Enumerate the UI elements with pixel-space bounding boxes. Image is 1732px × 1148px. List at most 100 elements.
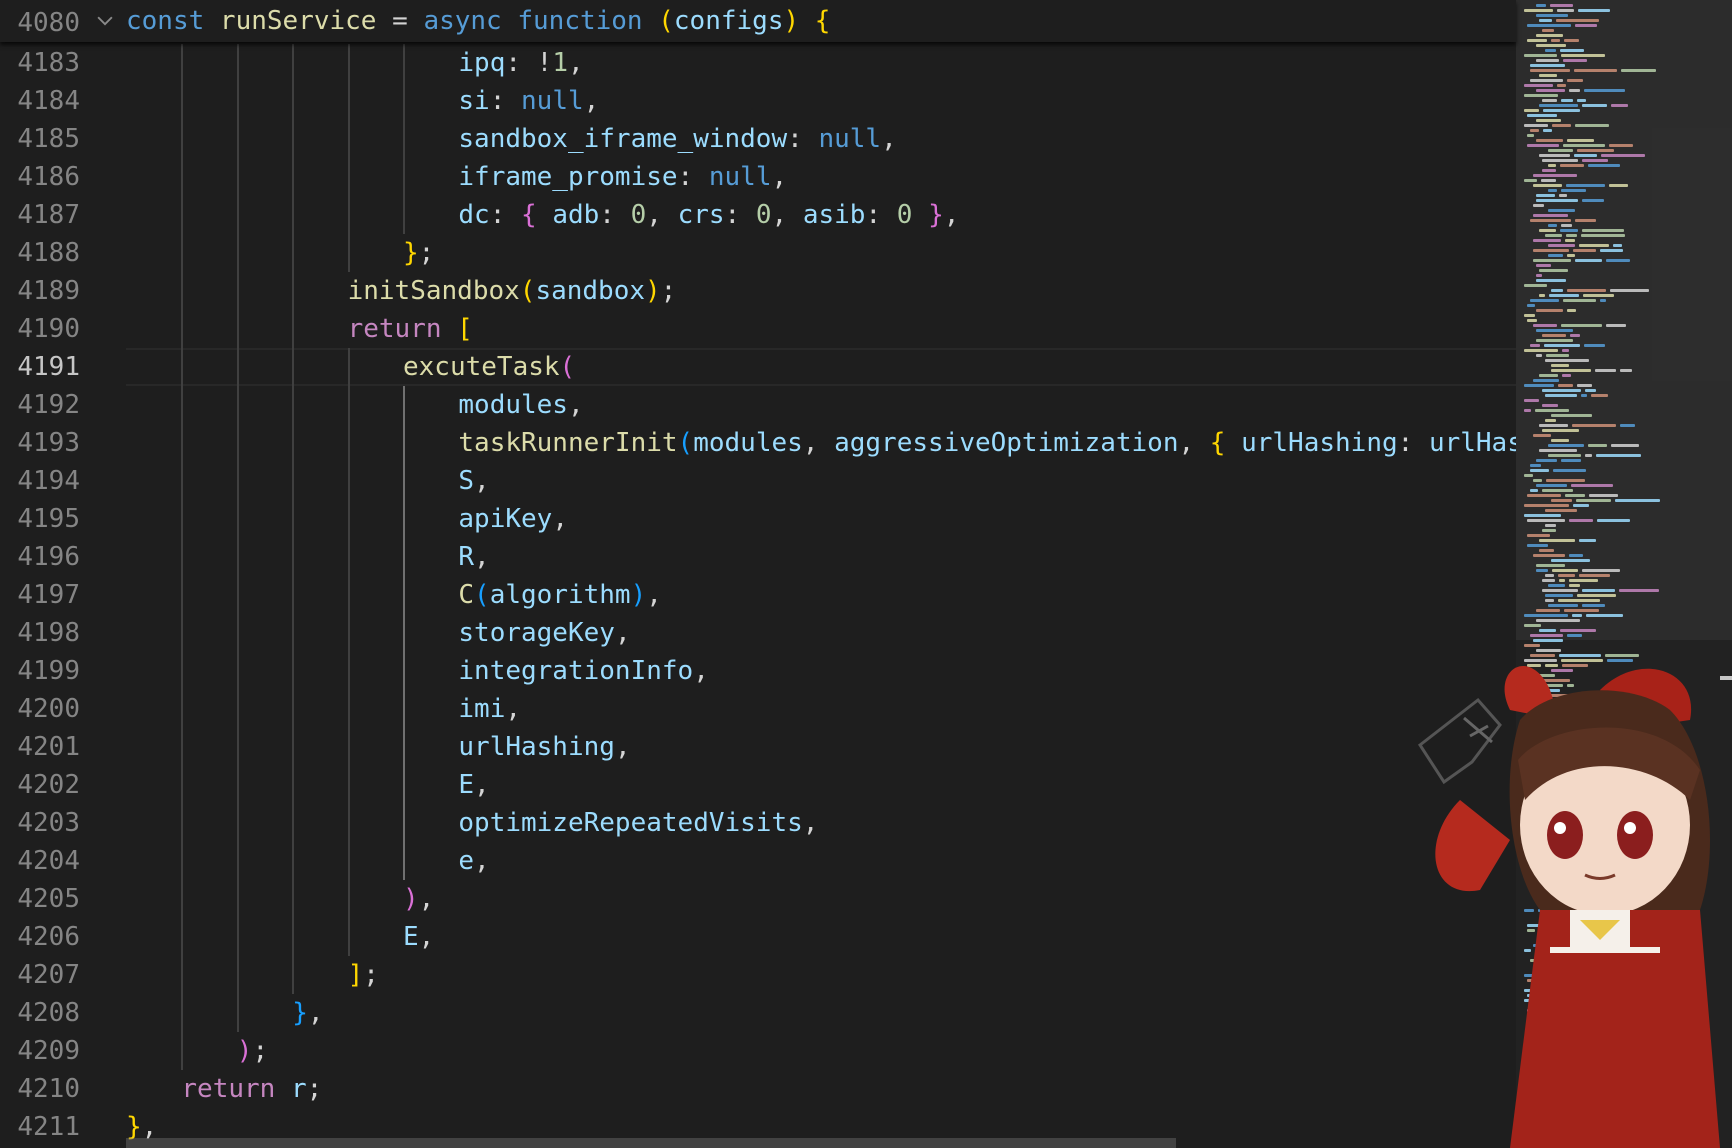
line-number[interactable]: 4207: [8, 956, 80, 994]
code-line[interactable]: storageKey,: [458, 614, 630, 652]
minimap-line: [1524, 9, 1553, 12]
line-number[interactable]: 4205: [8, 880, 80, 918]
minimap-line: [1567, 634, 1582, 637]
code-line[interactable]: E,: [458, 766, 489, 804]
indent-guide: [347, 880, 350, 918]
code-line[interactable]: si: null,: [458, 82, 599, 120]
minimap-line: [1536, 279, 1566, 282]
code-editor[interactable]: 4183 4184 4185 4186 4187 4188 4189 4190 4191 4192…: [0, 0, 1732, 1148]
minimap-line: [1533, 204, 1544, 207]
code-line[interactable]: optimizeRepeatedVisits,: [458, 804, 818, 842]
indent-guide: [181, 500, 184, 538]
line-number[interactable]: 4191: [8, 348, 80, 386]
code-line[interactable]: return [: [348, 310, 473, 348]
indent-guide: [236, 842, 239, 880]
minimap-line: [1551, 439, 1569, 442]
indent-guide: [181, 538, 184, 576]
line-number[interactable]: 4201: [8, 728, 80, 766]
code-line[interactable]: iframe_promise: null,: [458, 158, 787, 196]
line-number[interactable]: 4204: [8, 842, 80, 880]
line-number[interactable]: 4193: [8, 424, 80, 462]
code-line[interactable]: initSandbox(sandbox);: [348, 272, 677, 310]
code-line[interactable]: C(algorithm),: [458, 576, 662, 614]
minimap-line: [1577, 149, 1614, 152]
line-number[interactable]: 4206: [8, 918, 80, 956]
line-number[interactable]: 4211: [8, 1108, 80, 1146]
code-line[interactable]: );: [237, 1032, 268, 1070]
minimap-line: [1530, 469, 1549, 472]
code-line[interactable]: integrationInfo,: [458, 652, 708, 690]
line-number[interactable]: 4187: [8, 196, 80, 234]
code-line[interactable]: E,: [403, 918, 434, 956]
code-line[interactable]: sandbox_iframe_window: null,: [458, 120, 896, 158]
code-token: ,: [418, 922, 435, 952]
minimap-line: [1527, 304, 1535, 307]
code-area[interactable]: ipq: !1, si: null, sandbox_iframe_window: …: [126, 0, 1516, 1148]
line-number[interactable]: 4200: [8, 690, 80, 728]
code-token: apiKey: [458, 504, 553, 534]
horizontal-scrollbar[interactable]: [126, 1138, 1176, 1148]
line-number[interactable]: 4203: [8, 804, 80, 842]
code-line[interactable]: apiKey,: [458, 500, 568, 538]
minimap-line: [1559, 194, 1567, 197]
line-number[interactable]: 4190: [8, 310, 80, 348]
code-token: ,: [1178, 428, 1210, 458]
line-number[interactable]: 4202: [8, 766, 80, 804]
code-line[interactable]: taskRunnerInit(modules, aggressiveOptimi…: [458, 424, 1516, 462]
minimap-line: [1539, 629, 1556, 632]
indent-guide: [236, 576, 239, 614]
chevron-down-icon[interactable]: [94, 9, 116, 31]
code-token: (: [474, 580, 490, 610]
minimap-line: [1579, 574, 1610, 577]
code-line[interactable]: };: [403, 234, 434, 272]
code-line[interactable]: ipq: !1,: [458, 44, 583, 82]
code-line[interactable]: modules,: [458, 386, 583, 424]
minimap-line: [1558, 574, 1575, 577]
anime-mascot-image: [1417, 666, 1720, 1148]
line-number[interactable]: 4184: [8, 82, 80, 120]
minimap-line: [1539, 154, 1570, 157]
line-number[interactable]: 4199: [8, 652, 80, 690]
code-token: (: [658, 6, 674, 36]
minimap-line: [1620, 369, 1632, 372]
code-line[interactable]: dc: { adb: 0, crs: 0, asib: 0 },: [458, 196, 959, 234]
minimap-line: [1606, 324, 1626, 327]
indent-guide: [236, 272, 239, 310]
line-number[interactable]: 4185: [8, 120, 80, 158]
line-number[interactable]: 4196: [8, 538, 80, 576]
code-line[interactable]: e,: [458, 842, 489, 880]
code-line[interactable]: urlHashing,: [458, 728, 630, 766]
minimap-line: [1611, 104, 1628, 107]
line-number[interactable]: 4188: [8, 234, 80, 272]
code-line[interactable]: },: [292, 994, 323, 1032]
code-token: ,: [307, 998, 324, 1028]
code-line[interactable]: imi,: [458, 690, 521, 728]
code-token: }: [928, 200, 944, 230]
indent-guide: [403, 386, 405, 424]
line-number[interactable]: 4197: [8, 576, 80, 614]
line-number[interactable]: 4186: [8, 158, 80, 196]
code-line[interactable]: R,: [458, 538, 489, 576]
line-number[interactable]: 4194: [8, 462, 80, 500]
code-line[interactable]: ];: [348, 956, 379, 994]
line-number-gutter[interactable]: 4183 4184 4185 4186 4187 4188 4189 4190 4191 4192…: [0, 0, 84, 1148]
line-number[interactable]: 4192: [8, 386, 80, 424]
sticky-scroll-header[interactable]: 4080 const runService = async function (…: [0, 0, 1516, 42]
line-number[interactable]: 4198: [8, 614, 80, 652]
line-number[interactable]: 4209: [8, 1032, 80, 1070]
indent-guide: [347, 842, 350, 880]
line-number[interactable]: 4189: [8, 272, 80, 310]
minimap-line: [1552, 569, 1578, 572]
line-number[interactable]: 4208: [8, 994, 80, 1032]
code-line[interactable]: return r;: [181, 1070, 322, 1108]
line-number[interactable]: 4210: [8, 1070, 80, 1108]
indent-guide: [181, 462, 184, 500]
line-number[interactable]: 4195: [8, 500, 80, 538]
code-token: :: [677, 162, 709, 192]
code-line[interactable]: S,: [458, 462, 489, 500]
minimap-line: [1530, 129, 1539, 132]
minimap-line: [1569, 579, 1598, 582]
line-number[interactable]: 4183: [8, 44, 80, 82]
code-line[interactable]: ),: [403, 880, 434, 918]
code-line[interactable]: excuteTask(: [403, 348, 575, 386]
